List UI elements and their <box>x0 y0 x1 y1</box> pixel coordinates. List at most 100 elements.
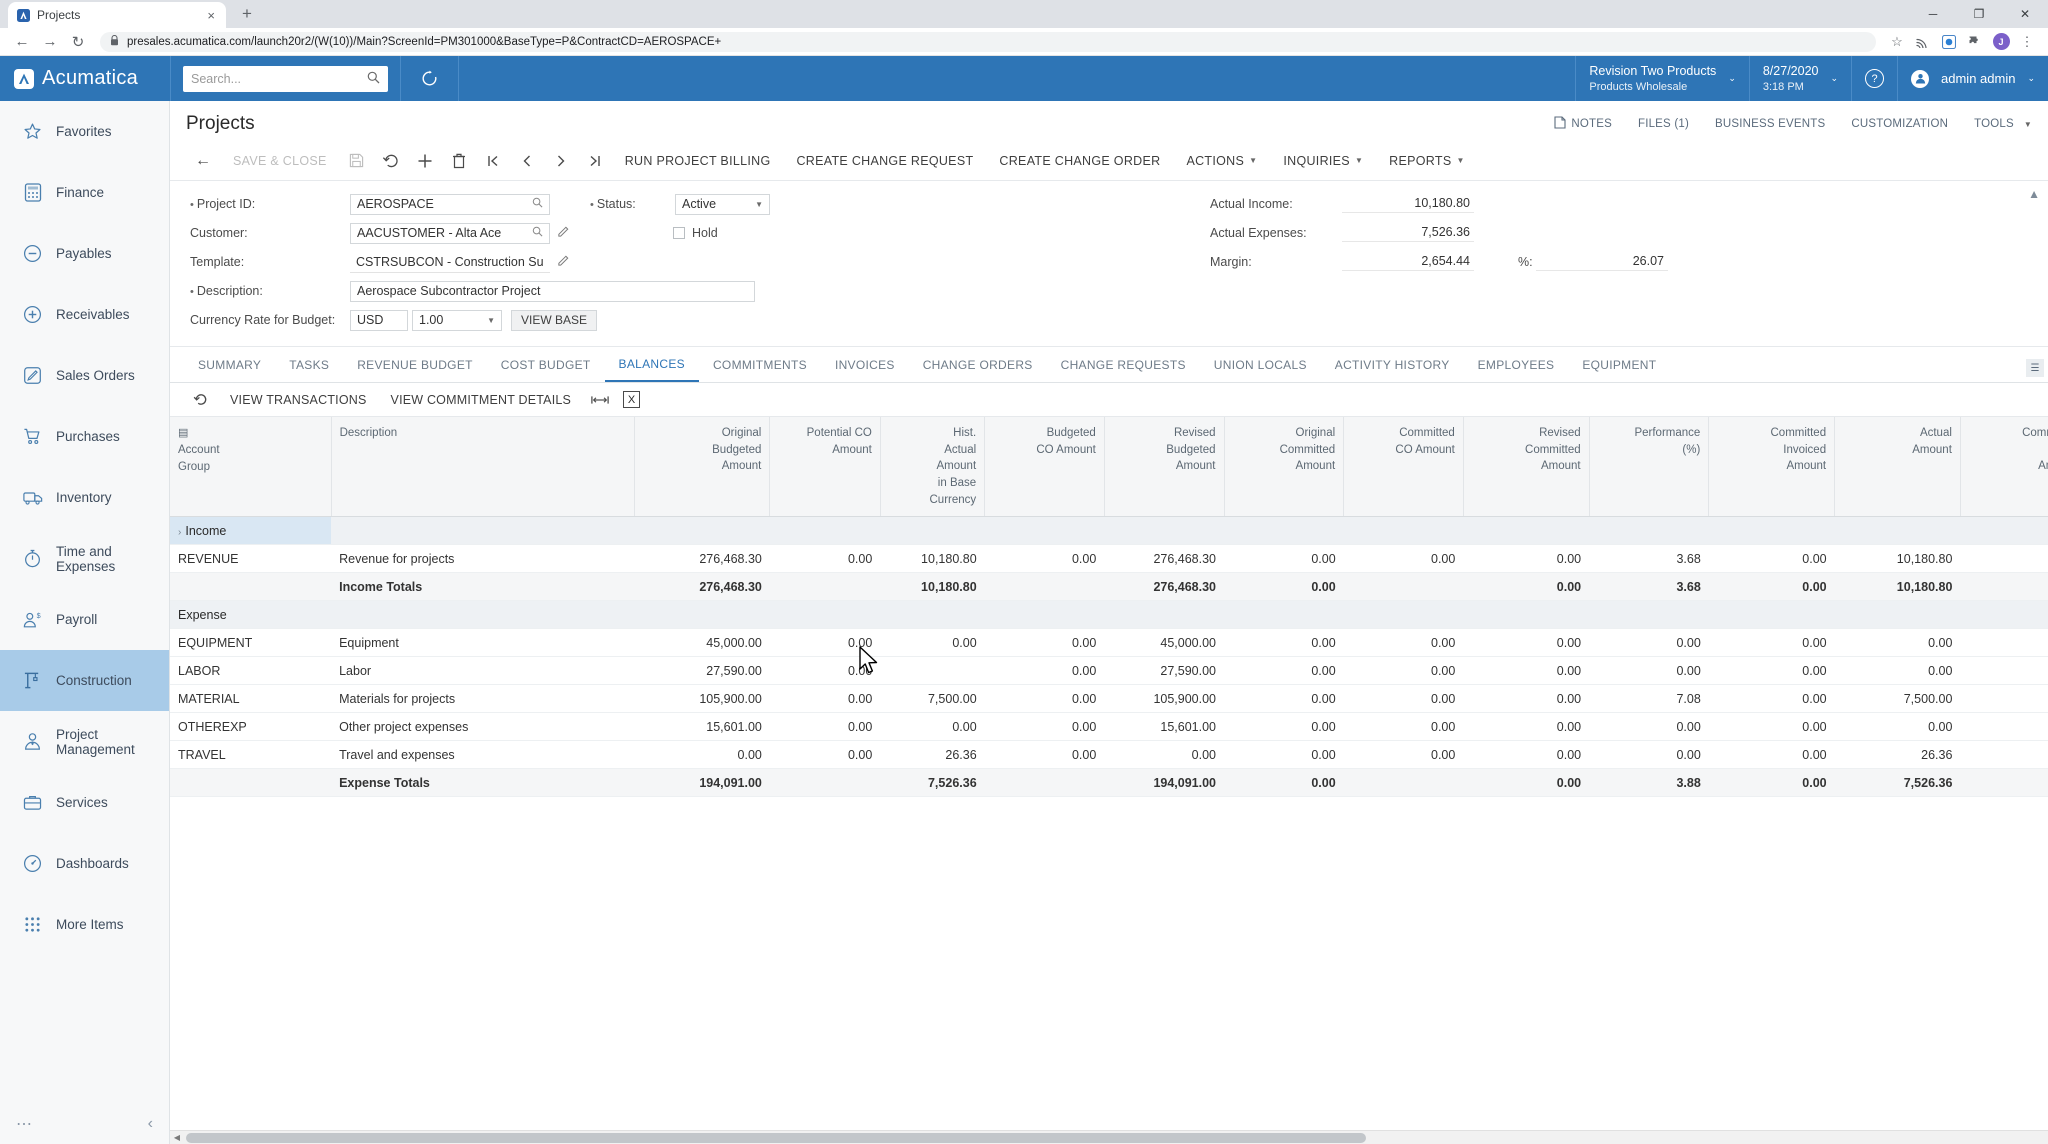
status-select[interactable]: Active ▼ <box>675 193 770 215</box>
tab-union-locals[interactable]: UNION LOCALS <box>1200 348 1321 382</box>
next-record-button[interactable] <box>544 144 578 178</box>
sidebar-item-payroll[interactable]: $ Payroll <box>0 589 169 650</box>
col-original-budgeted-amount[interactable]: Original Budgeted Amount <box>634 417 771 518</box>
sidebar-item-favorites[interactable]: Favorites <box>0 101 169 162</box>
sidebar-item-services[interactable]: Services <box>0 772 169 833</box>
previous-record-button[interactable] <box>510 144 544 178</box>
customization-button[interactable]: CUSTOMIZATION <box>1851 118 1948 130</box>
reload-icon[interactable]: ↻ <box>66 30 90 54</box>
address-bar[interactable]: presales.acumatica.com/launch20r2/(W(10)… <box>100 31 1876 52</box>
table-row[interactable]: TRAVEL Travel and expenses 0.00 0.00 26.… <box>170 740 2048 770</box>
company-selector[interactable]: Revision Two Products Products Wholesale… <box>1575 56 1748 101</box>
sidebar-item-construction[interactable]: Construction <box>0 650 169 711</box>
sidebar-item-purchases[interactable]: Purchases <box>0 406 169 467</box>
col-description[interactable]: Description <box>331 417 636 518</box>
save-and-close-button[interactable]: SAVE & CLOSE <box>220 144 340 178</box>
project-id-input[interactable]: AEROSPACE <box>350 193 550 215</box>
browser-tab-close-icon[interactable]: × <box>204 8 218 23</box>
hold-checkbox-wrap[interactable]: Hold <box>673 226 718 240</box>
chevron-down-icon[interactable]: ⌄ <box>1830 73 1838 84</box>
edit-template-icon[interactable] <box>557 255 569 270</box>
profile-avatar[interactable]: J <box>1990 31 2012 53</box>
chevron-down-icon[interactable]: ▼ <box>755 200 763 209</box>
tab-employees[interactable]: EMPLOYEES <box>1464 348 1569 382</box>
lookup-search-icon[interactable] <box>532 226 543 240</box>
user-menu[interactable]: admin admin ⌄ <box>1897 56 2048 101</box>
sidebar-item-inventory[interactable]: Inventory <box>0 467 169 528</box>
col-account-group[interactable]: ▤ Account Group <box>170 417 332 518</box>
back-button[interactable]: ← <box>186 144 220 178</box>
save-button[interactable] <box>340 144 374 178</box>
sidebar-item-payables[interactable]: Payables <box>0 223 169 284</box>
col-revised-committed-amount[interactable]: Revised Committed Amount <box>1463 417 1590 518</box>
recent-activity-icon[interactable] <box>401 56 459 101</box>
col-revised-budgeted-amount[interactable]: Revised Budgeted Amount <box>1104 417 1225 518</box>
sidebar-more-icon[interactable]: ⋯ <box>16 1114 32 1134</box>
template-input[interactable]: CSTRSUBCON - Construction Subcontra <box>350 252 550 273</box>
table-row[interactable]: Expense Totals 194,091.00 7,526.36 194,0… <box>170 768 2048 798</box>
files-button[interactable]: FILES (1) <box>1638 118 1689 130</box>
sidebar-item-finance[interactable]: Finance <box>0 162 169 223</box>
form-collapse-icon[interactable]: ▲ <box>2028 187 2040 201</box>
horizontal-scrollbar[interactable]: ◀ <box>170 1130 2048 1144</box>
tab-change-orders[interactable]: CHANGE ORDERS <box>909 348 1047 382</box>
table-row[interactable]: REVENUE Revenue for projects 276,468.30 … <box>170 544 2048 574</box>
sidebar-item-sales-orders[interactable]: Sales Orders <box>0 345 169 406</box>
browser-menu-icon[interactable]: ⋮ <box>2016 31 2038 53</box>
view-transactions-button[interactable]: VIEW TRANSACTIONS <box>218 385 379 415</box>
sidebar-item-more-items[interactable]: More Items <box>0 894 169 955</box>
tab-tasks[interactable]: TASKS <box>275 348 343 382</box>
customer-input[interactable]: AACUSTOMER - Alta Ace <box>350 222 550 244</box>
tab-revenue-budget[interactable]: REVENUE BUDGET <box>343 348 487 382</box>
table-row[interactable]: EQUIPMENT Equipment 45,000.00 0.00 0.00 … <box>170 628 2048 658</box>
currency-code-input[interactable]: USD <box>350 309 408 331</box>
business-date-selector[interactable]: 8/27/2020 3:18 PM ⌄ <box>1748 56 1851 101</box>
col-committed-invoiced-amount[interactable]: Committed Invoiced Amount <box>1708 417 1836 518</box>
fit-columns-button[interactable] <box>583 385 617 415</box>
export-to-excel-button[interactable]: X <box>623 391 641 408</box>
col-committed-co-amount[interactable]: Committed CO Amount <box>1343 417 1464 518</box>
reports-menu-button[interactable]: REPORTS ▼ <box>1376 144 1478 178</box>
col-performance-pct[interactable]: Performance (%) <box>1589 417 1710 518</box>
expander-icon[interactable]: › <box>178 527 181 538</box>
chevron-down-icon[interactable]: ⌄ <box>1728 73 1736 84</box>
tab-balances[interactable]: BALANCES <box>604 348 699 382</box>
bookmark-star-icon[interactable]: ☆ <box>1886 31 1908 53</box>
col-actual-amount[interactable]: Actual Amount <box>1834 417 1961 518</box>
horizontal-scroll-thumb[interactable] <box>186 1132 1366 1143</box>
description-input[interactable]: Aerospace Subcontractor Project <box>350 280 755 302</box>
currency-rate-input[interactable]: 1.00 ▼ <box>412 309 502 331</box>
table-row[interactable]: › Income <box>170 516 2048 546</box>
inquiries-menu-button[interactable]: INQUIRIES ▼ <box>1270 144 1376 178</box>
sidebar-collapse-icon[interactable]: ‹ <box>148 1115 153 1133</box>
run-project-billing-button[interactable]: RUN PROJECT BILLING <box>612 144 784 178</box>
view-base-button[interactable]: VIEW BASE <box>511 309 598 331</box>
table-row[interactable]: Expense <box>170 600 2048 630</box>
tab-invoices[interactable]: INVOICES <box>821 348 909 382</box>
tab-change-requests[interactable]: CHANGE REQUESTS <box>1047 348 1200 382</box>
create-change-request-button[interactable]: CREATE CHANGE REQUEST <box>783 144 986 178</box>
browser-tab[interactable]: Projects × <box>8 2 226 28</box>
window-minimize-button[interactable]: ─ <box>1910 0 1956 28</box>
column-selector-icon[interactable]: ▤ <box>178 427 188 439</box>
tab-activity-history[interactable]: ACTIVITY HISTORY <box>1321 348 1464 382</box>
grid-refresh-button[interactable] <box>184 385 218 415</box>
table-row[interactable]: MATERIAL Materials for projects 105,900.… <box>170 684 2048 714</box>
global-search-input[interactable]: Search... <box>183 65 388 92</box>
tab-summary[interactable]: SUMMARY <box>184 348 275 382</box>
cast-icon[interactable] <box>1912 31 1934 53</box>
tab-commitments[interactable]: COMMITMENTS <box>699 348 821 382</box>
tools-button[interactable]: TOOLS ▼ <box>1974 118 2032 130</box>
tabs-overflow-button[interactable]: ☰ <box>2026 359 2044 377</box>
sidebar-item-project-management[interactable]: Project Management <box>0 711 169 772</box>
add-new-record-button[interactable] <box>408 144 442 178</box>
window-close-button[interactable]: ✕ <box>2002 0 2048 28</box>
notes-button[interactable]: NOTES <box>1554 116 1612 132</box>
chevron-down-icon[interactable]: ⌄ <box>2027 73 2035 84</box>
window-maximize-button[interactable]: ❐ <box>1956 0 2002 28</box>
back-icon[interactable]: ← <box>10 30 34 54</box>
extensions-puzzle-icon[interactable] <box>1964 31 1986 53</box>
col-hist-actual-amount-base[interactable]: Hist. Actual Amount in Base Currency <box>880 417 986 518</box>
sidebar-item-dashboards[interactable]: Dashboards <box>0 833 169 894</box>
actions-menu-button[interactable]: ACTIONS ▼ <box>1173 144 1270 178</box>
